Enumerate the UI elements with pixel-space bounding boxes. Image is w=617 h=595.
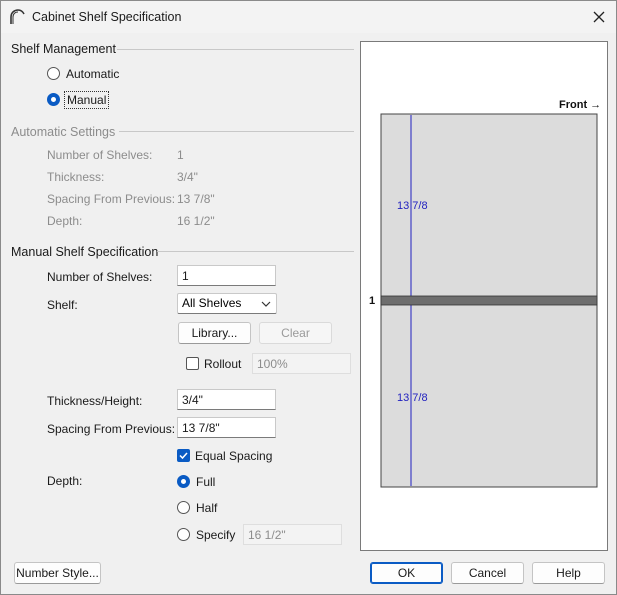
section-divider <box>117 49 354 50</box>
depth-full-label[interactable]: Full <box>196 475 215 489</box>
dialog-window: Cabinet Shelf Specification Shelf Manage… <box>0 0 617 595</box>
thickness-height-input[interactable] <box>177 389 276 410</box>
depth-half-radio[interactable] <box>177 501 190 514</box>
depth-specify-radio[interactable] <box>177 528 190 541</box>
auto-number-value: 1 <box>177 148 184 162</box>
depth-label: Depth: <box>47 474 83 488</box>
rollout-checkbox[interactable] <box>186 357 199 370</box>
manual-label[interactable]: Manual <box>64 91 110 109</box>
rollout-label[interactable]: Rollout <box>204 357 241 371</box>
chevron-down-icon <box>261 301 271 307</box>
manual-number-label: Number of Shelves: <box>47 270 153 284</box>
ok-button[interactable]: OK <box>370 562 443 584</box>
bottom-spacing-label: 13 7/8 <box>397 392 428 404</box>
automatic-label[interactable]: Automatic <box>66 67 119 81</box>
auto-thickness-value: 3/4" <box>177 170 198 184</box>
shelf-select[interactable]: All Shelves <box>177 293 277 314</box>
clear-button[interactable]: Clear <box>259 322 332 344</box>
shelf-bar <box>380 295 598 306</box>
auto-spacing-label: Spacing From Previous: <box>47 192 176 206</box>
depth-specify-label[interactable]: Specify <box>196 528 235 542</box>
auto-depth-label: Depth: <box>47 214 83 228</box>
shelf-select-value: All Shelves <box>182 296 242 310</box>
section-divider <box>157 251 354 252</box>
arch-icon <box>10 9 25 24</box>
title-bar: Cabinet Shelf Specification <box>1 1 616 33</box>
equal-spacing-checkbox[interactable] <box>177 449 190 462</box>
shelf-preview: Front → 1 13 7/8 13 7/8 <box>360 41 608 551</box>
section-divider <box>119 131 354 132</box>
automatic-radio[interactable] <box>47 67 60 80</box>
manual-radio[interactable] <box>47 93 60 106</box>
equal-spacing-label[interactable]: Equal Spacing <box>195 449 272 463</box>
manual-spec-heading: Manual Shelf Specification <box>11 245 159 259</box>
spacing-from-previous-input[interactable] <box>177 417 276 438</box>
preview-canvas: Front → 1 13 7/8 13 7/8 <box>369 99 601 488</box>
window-title: Cabinet Shelf Specification <box>32 10 182 24</box>
top-spacing-label: 13 7/8 <box>397 200 428 212</box>
library-button[interactable]: Library... <box>178 322 251 344</box>
help-button[interactable]: Help <box>532 562 605 584</box>
cancel-button[interactable]: Cancel <box>451 562 524 584</box>
close-icon <box>593 11 605 23</box>
shelf-label: Shelf: <box>47 298 78 312</box>
number-of-shelves-input[interactable] <box>177 265 276 286</box>
rollout-input[interactable] <box>252 353 351 374</box>
auto-thickness-label: Thickness: <box>47 170 105 184</box>
close-button[interactable] <box>587 6 611 28</box>
front-label: Front → <box>559 99 601 111</box>
checkmark-icon <box>179 452 188 460</box>
automatic-settings-heading: Automatic Settings <box>11 125 116 139</box>
auto-spacing-value: 13 7/8" <box>177 192 215 206</box>
number-style-button[interactable]: Number Style... <box>14 562 101 584</box>
depth-specify-input[interactable] <box>243 524 342 545</box>
auto-number-label: Number of Shelves: <box>47 148 153 162</box>
shelf-management-heading: Shelf Management <box>11 42 116 56</box>
shelf-number-label: 1 <box>369 295 375 307</box>
depth-full-radio[interactable] <box>177 475 190 488</box>
thickness-height-label: Thickness/Height: <box>47 394 143 408</box>
depth-half-label[interactable]: Half <box>196 501 217 515</box>
auto-depth-value: 16 1/2" <box>177 214 215 228</box>
spacing-from-previous-label: Spacing From Previous: <box>47 422 176 436</box>
